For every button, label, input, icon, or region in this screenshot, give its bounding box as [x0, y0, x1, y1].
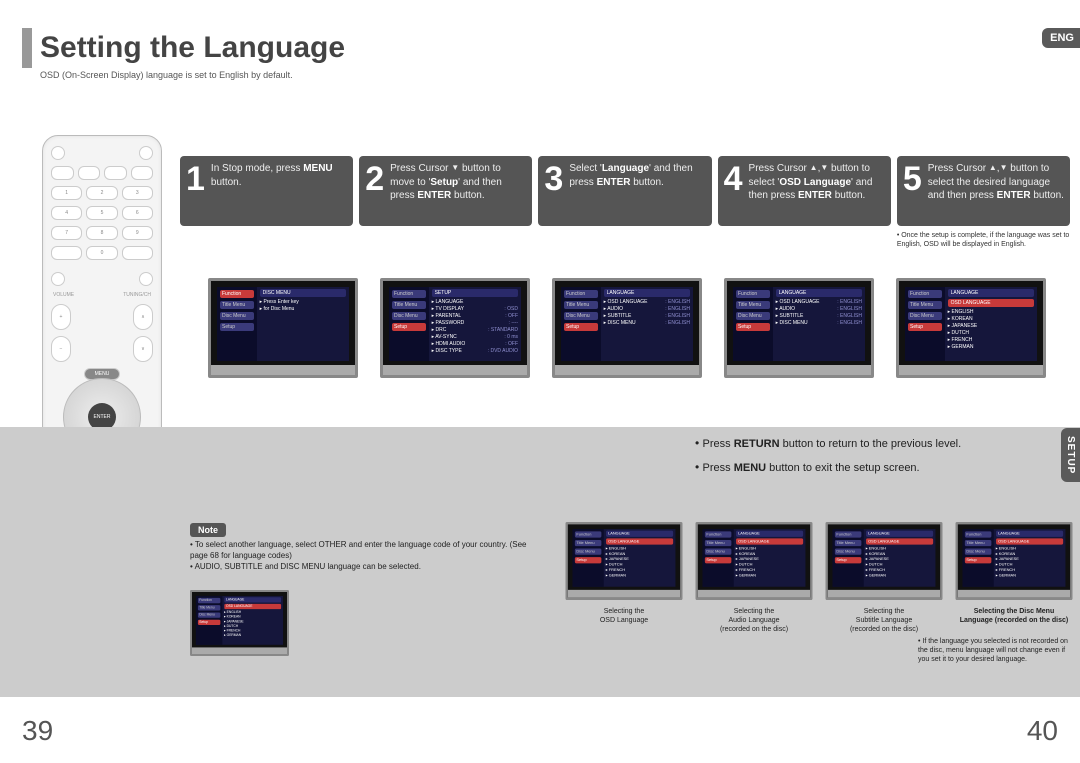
lower-caption: Selecting theAudio Language(recorded on …: [720, 608, 788, 634]
step-number: 5: [903, 162, 922, 196]
step-box-3: 3Select 'Language' and then press ENTER …: [538, 156, 711, 226]
steps-row: 1In Stop mode, press MENU button.2Press …: [180, 156, 1070, 250]
step-screens: FunctionTitle MenuDisc MenuSetupDISC MEN…: [208, 278, 1070, 378]
step-text: In Stop mode, press MENU button.: [211, 162, 347, 189]
return-menu-hints: Press RETURN button to return to the pre…: [695, 436, 1030, 474]
step-number: 4: [724, 162, 743, 196]
step-number: 3: [544, 162, 563, 196]
menu-hint: Press MENU button to exit the setup scre…: [695, 460, 1030, 474]
tv-screenshot: FunctionTitle MenuDisc MenuSetupDISC MEN…: [208, 278, 358, 378]
page-number-left: 39: [22, 715, 53, 747]
tv-screenshot: FunctionTitle MenuDisc MenuSetupLANGUAGE…: [190, 590, 289, 656]
step-box-1: 1In Stop mode, press MENU button.: [180, 156, 353, 226]
tv-screenshot: FunctionTitle MenuDisc MenuSetupLANGUAGE…: [826, 522, 943, 600]
lower-caption: Selecting theSubtitle Language(recorded …: [850, 608, 918, 634]
tv-screenshot: FunctionTitle MenuDisc MenuSetupLANGUAGE…: [956, 522, 1073, 600]
lower-screen-item: FunctionTitle MenuDisc MenuSetupLANGUAGE…: [695, 522, 813, 634]
tv-screenshot: FunctionTitle MenuDisc MenuSetupLANGUAGE…: [566, 522, 683, 600]
return-hint: Press RETURN button to return to the pre…: [695, 436, 1030, 450]
lower-caption: Selecting the Disc MenuLanguage (recorde…: [960, 608, 1069, 626]
step-box-4: 4Press Cursor ▲,▼ button to select 'OSD …: [718, 156, 891, 226]
tv-screenshot: FunctionTitle MenuDisc MenuSetupSETUP▸ L…: [380, 278, 530, 378]
header: Setting the Language OSD (On-Screen Disp…: [22, 28, 1070, 80]
note-label: Note: [190, 523, 226, 537]
lower-caption: Selecting theOSD Language: [600, 608, 648, 626]
step-number: 2: [365, 162, 384, 196]
section-tab-setup: SETUP: [1061, 428, 1080, 482]
step-text: Press Cursor ▲,▼ button to select 'OSD L…: [749, 162, 885, 203]
step-box-2: 2Press Cursor ▼ button to move to 'Setup…: [359, 156, 532, 226]
step-text: Press Cursor ▲,▼ button to select the de…: [928, 162, 1064, 203]
tv-screenshot: FunctionTitle MenuDisc MenuSetupLANGUAGE…: [552, 278, 702, 378]
tv-screenshot: FunctionTitle MenuDisc MenuSetupLANGUAGE…: [696, 522, 813, 600]
page-subtitle: OSD (On-Screen Display) language is set …: [40, 70, 1070, 80]
lower-screen-item: FunctionTitle MenuDisc MenuSetupLANGUAGE…: [825, 522, 943, 634]
step-hint: Once the setup is complete, if the langu…: [897, 232, 1070, 250]
page-title: Setting the Language: [40, 31, 345, 65]
lower-screen-item: FunctionTitle MenuDisc MenuSetupLANGUAGE…: [955, 522, 1073, 634]
step-number: 1: [186, 162, 205, 196]
note-text: To select another language, select OTHER…: [190, 540, 545, 572]
step-text: Press Cursor ▼ button to move to 'Setup'…: [390, 162, 526, 203]
page-number-right: 40: [1027, 715, 1058, 747]
step-box-5: 5Press Cursor ▲,▼ button to select the d…: [897, 156, 1070, 226]
manual-spread: ENG Setting the Language OSD (On-Screen …: [0, 0, 1080, 763]
note-tv: FunctionTitle MenuDisc MenuSetupLANGUAGE…: [190, 590, 289, 656]
tv-screenshot: FunctionTitle MenuDisc MenuSetupLANGUAGE…: [896, 278, 1046, 378]
lower-screen-item: FunctionTitle MenuDisc MenuSetupLANGUAGE…: [565, 522, 683, 634]
lower-footnote: If the language you selected is not reco…: [918, 638, 1073, 664]
title-accent: [22, 28, 32, 68]
step-text: Select 'Language' and then press ENTER b…: [569, 162, 705, 189]
lower-screens: FunctionTitle MenuDisc MenuSetupLANGUAGE…: [565, 522, 1070, 634]
tv-screenshot: FunctionTitle MenuDisc MenuSetupLANGUAGE…: [724, 278, 874, 378]
